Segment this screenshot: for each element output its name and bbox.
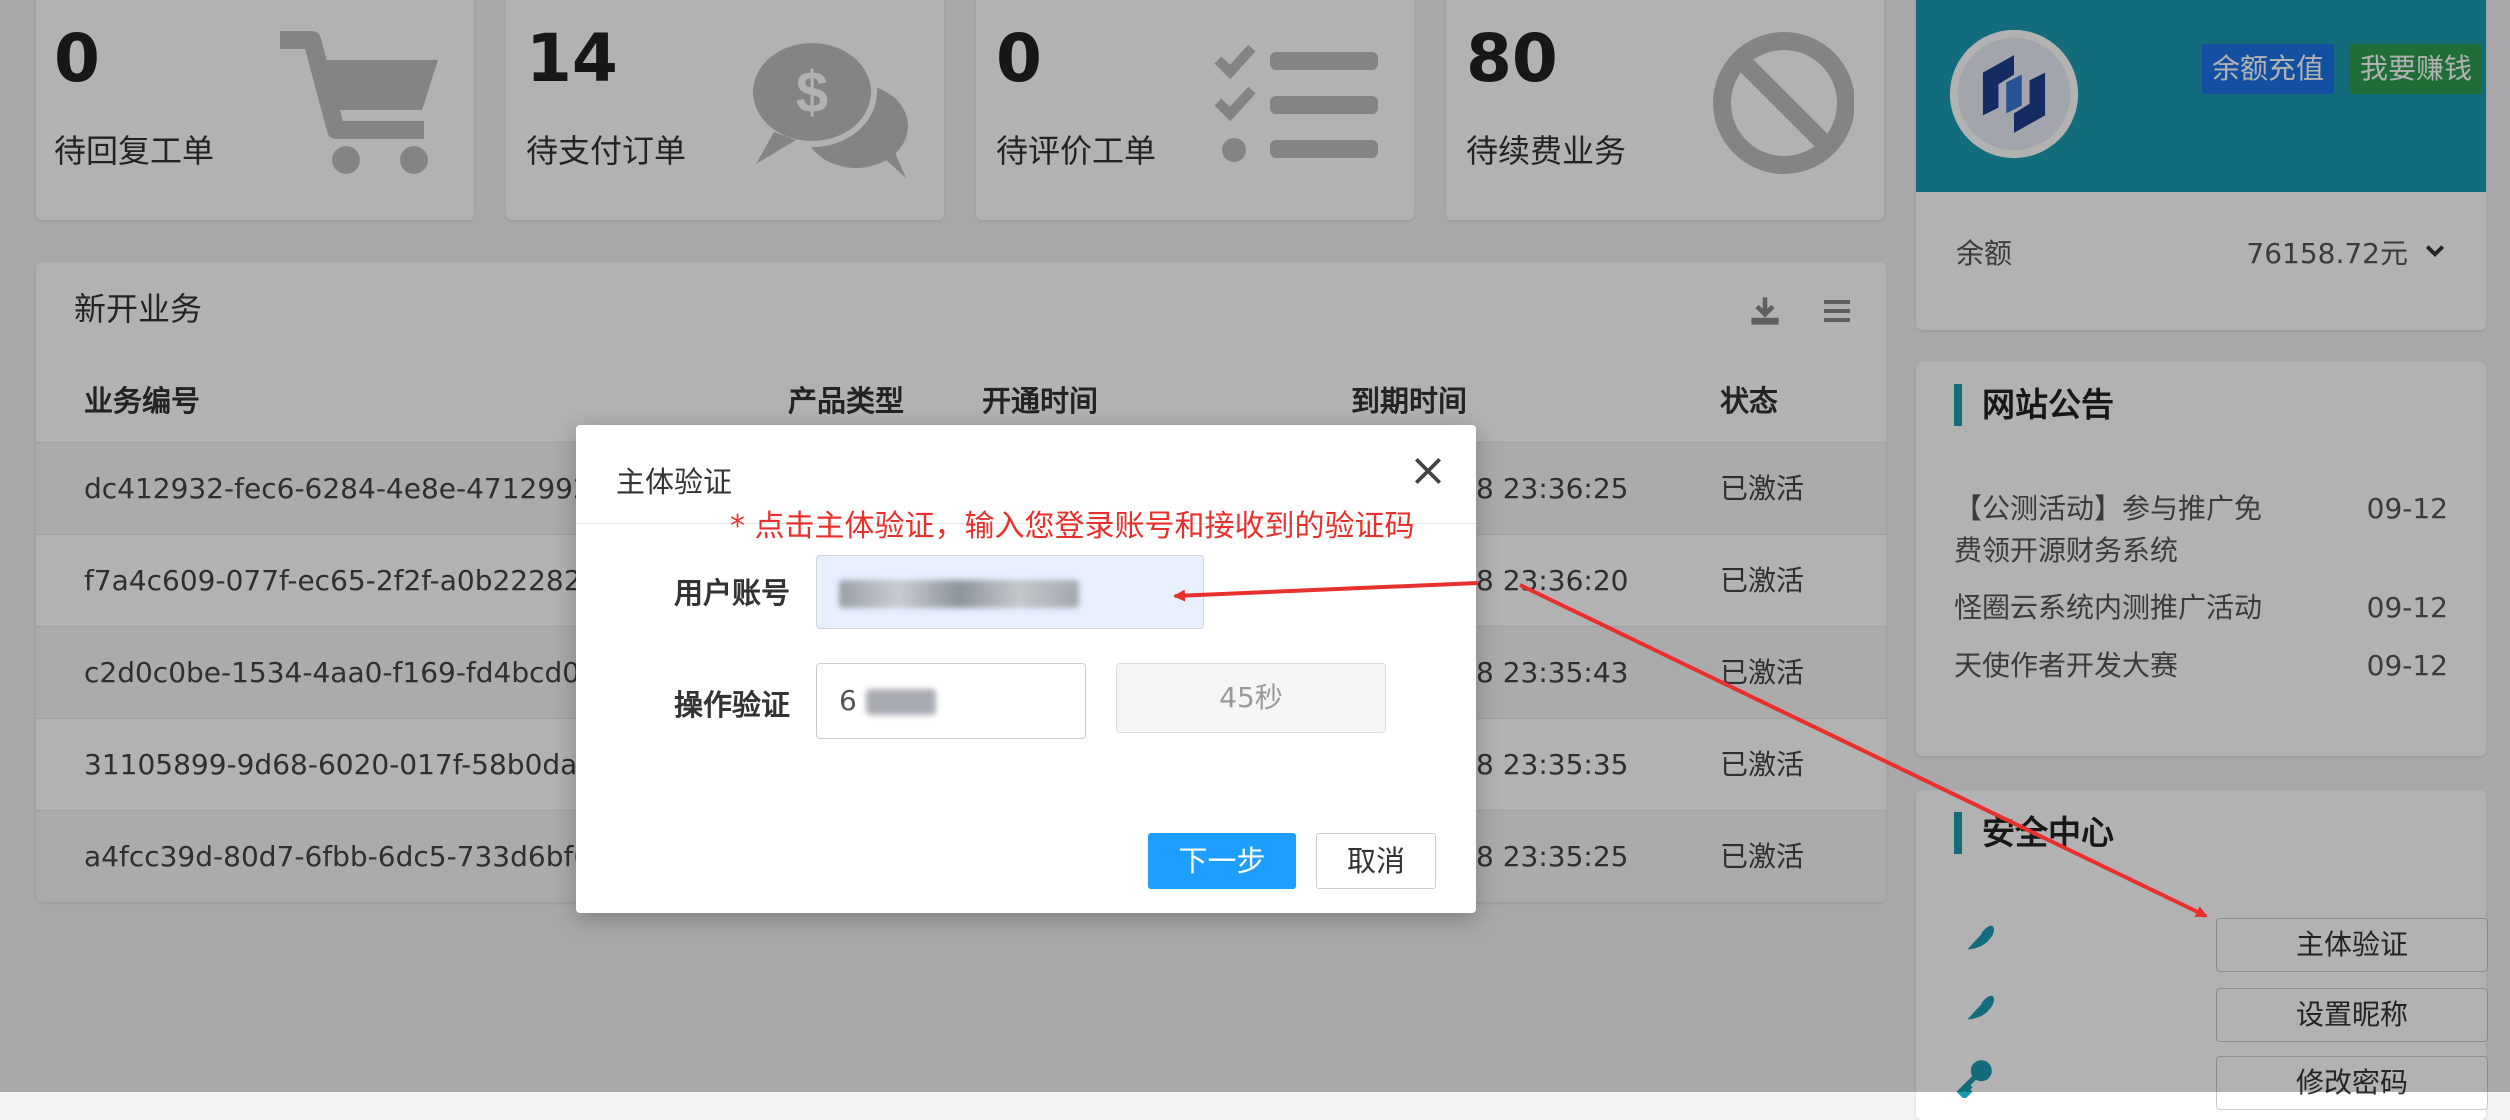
close-icon[interactable] — [1412, 455, 1444, 487]
code-field-label: 操作验证 — [674, 688, 791, 722]
account-field[interactable] — [816, 555, 1204, 629]
account-value-redacted — [839, 580, 1079, 608]
annotation-hint: * 点击主体验证，输入您登录账号和接收到的验证码 — [730, 509, 1415, 544]
code-value: 6 — [839, 684, 857, 717]
account-field-label: 用户账号 — [674, 576, 791, 610]
next-step-button[interactable]: 下一步 — [1148, 833, 1296, 889]
countdown-button[interactable]: 45秒 — [1116, 663, 1386, 733]
verification-dialog: 主体验证 用户账号 操作验证 6 45秒 下一步 取消 — [576, 425, 1476, 913]
verification-code-input[interactable]: 6 — [816, 663, 1086, 739]
code-value-redacted — [865, 689, 936, 715]
dialog-title: 主体验证 — [616, 465, 733, 499]
cancel-button[interactable]: 取消 — [1316, 833, 1436, 889]
